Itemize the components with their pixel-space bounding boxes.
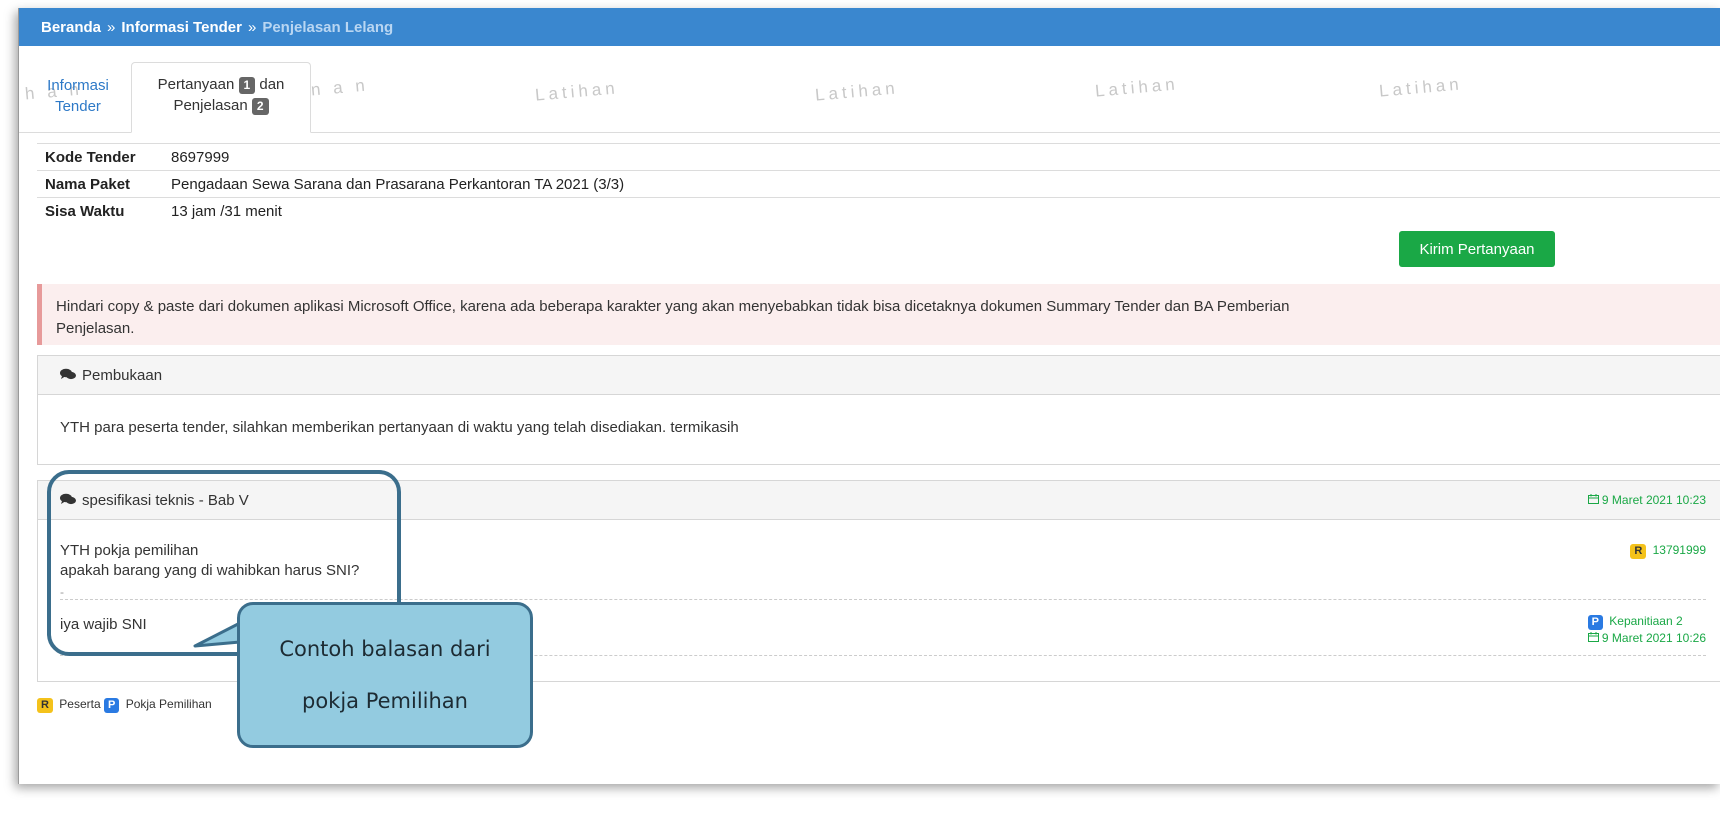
info-key: Kode Tender — [37, 143, 163, 171]
count-badge: 1 — [238, 77, 256, 94]
callout-line: Contoh balasan dari — [279, 637, 491, 661]
alert-text: Hindari copy & paste dari dokumen aplika… — [56, 298, 1290, 315]
tab-label: Pertanyaan — [157, 76, 235, 93]
question-date: 9 Maret 2021 10:23 — [1587, 493, 1706, 507]
kirim-pertanyaan-button[interactable]: Kirim Pertanyaan — [1399, 231, 1555, 267]
tab-pertanyaan-penjelasan[interactable]: Pertanyaan 1 dan Penjelasan 2 — [131, 62, 311, 133]
opening-text: YTH para peserta tender, silahkan member… — [60, 419, 739, 436]
info-value: 13 jam /31 menit — [163, 197, 1720, 224]
info-value: 8697999 — [163, 143, 1720, 171]
breadcrumb-current: Penjelasan Lelang — [262, 18, 394, 36]
question-sender: R 13791999 — [1630, 543, 1706, 559]
opening-panel: Pembukaan YTH para peserta tender, silah… — [37, 355, 1720, 465]
table-row: Sisa Waktu 13 jam /31 menit — [37, 197, 1720, 224]
pokja-badge: P — [1587, 615, 1603, 630]
callout-line: pokja Pemilihan — [301, 689, 468, 713]
legend-label: Peserta — [59, 697, 101, 711]
watermark: n a n — [310, 75, 370, 100]
alert-text: Penjelasan. — [56, 320, 135, 337]
breadcrumb-separator: » — [247, 18, 257, 36]
calendar-icon — [1587, 631, 1602, 645]
answer-meta: P Kepanitiaan 2 9 Maret 2021 10:26 — [1587, 613, 1706, 647]
callout-text: Contoh balasan dari pokja Pemilihan — [237, 602, 533, 748]
panel-title: Pembukaan — [82, 366, 163, 384]
tab-label: Tender — [55, 98, 101, 115]
answer-date: 9 Maret 2021 10:26 — [1601, 631, 1706, 645]
breadcrumb-home-link[interactable]: Beranda — [41, 19, 101, 36]
table-row: Nama Paket Pengadaan Sewa Sarana dan Pra… — [37, 170, 1720, 198]
tender-info-table: Kode Tender 8697999 Nama Paket Pengadaan… — [37, 143, 1720, 224]
breadcrumb: Beranda » Informasi Tender » Penjelasan … — [19, 8, 1720, 46]
warning-alert: Hindari copy & paste dari dokumen aplika… — [37, 284, 1720, 345]
date-text: 9 Maret 2021 10:23 — [1601, 493, 1706, 507]
info-key: Sisa Waktu — [37, 197, 163, 224]
peserta-badge: R — [37, 698, 53, 713]
breadcrumb-informasi-link[interactable]: Informasi Tender — [121, 19, 242, 36]
sender-id: 13791999 — [1652, 543, 1706, 557]
comments-icon — [60, 367, 76, 384]
info-key: Nama Paket — [37, 170, 163, 198]
panel-heading: Pembukaan — [38, 356, 1720, 395]
table-row: Kode Tender 8697999 — [37, 143, 1720, 171]
watermark: Latihan — [534, 78, 620, 105]
tab-label: Penjelasan — [173, 97, 248, 114]
tab-informasi-tender[interactable]: Informasi Tender — [35, 62, 121, 132]
peserta-badge: R — [1630, 544, 1647, 559]
breadcrumb-separator: » — [107, 18, 116, 36]
pokja-badge: P — [104, 698, 120, 713]
info-value: Pengadaan Sewa Sarana dan Prasarana Perk… — [163, 170, 1720, 198]
count-badge: 2 — [251, 98, 269, 115]
watermark: Latihan — [814, 78, 900, 105]
tab-bar: h a n n a n Latihan Latihan Latihan Lati… — [19, 46, 1720, 133]
tab-label: Informasi — [47, 77, 109, 94]
role-legend: R Peserta P Pokja Pemilihan — [37, 697, 212, 713]
watermark: Latihan — [1378, 74, 1464, 101]
legend-label: Pokja Pemilihan — [125, 697, 212, 711]
tab-label: dan — [259, 76, 285, 93]
answer-sender: Kepanitiaan 2 — [1609, 614, 1683, 628]
calendar-icon — [1587, 493, 1602, 507]
watermark: Latihan — [1094, 74, 1180, 101]
